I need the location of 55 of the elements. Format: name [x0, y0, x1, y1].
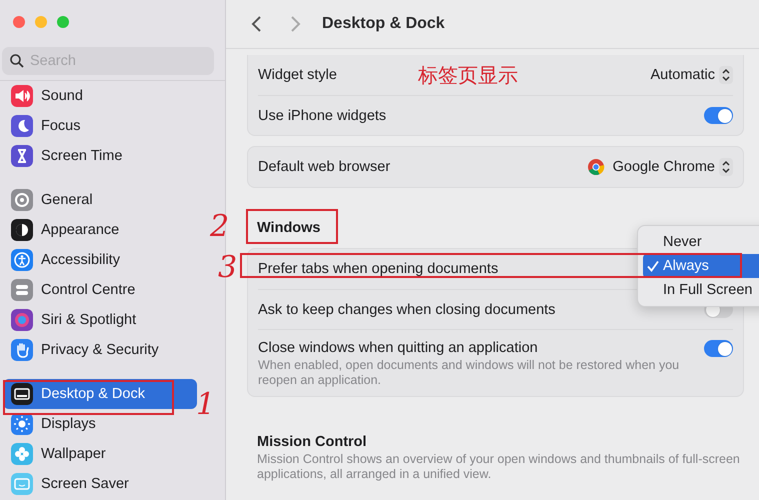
toggle-switch[interactable] [704, 107, 733, 124]
setting-label: Ask to keep changes when closing documents [258, 302, 556, 318]
displays-icon [11, 413, 33, 435]
appearance-icon [11, 219, 33, 241]
sidebar-item[interactable]: Screen Saver [3, 469, 197, 499]
accessibility-icon [11, 249, 33, 271]
section-description: Mission Control shows an overview of your open windows and thumbnails of full-screen applications, all arranged in a unified view. [257, 452, 741, 482]
setting-label: Widget style [258, 67, 337, 83]
search-icon [10, 54, 24, 68]
sidebar-item[interactable]: Privacy & Security [3, 335, 197, 365]
checkmark-icon [647, 260, 659, 272]
annotation-note: 标签页显示 [418, 62, 518, 89]
sidebar-item[interactable]: Focus [3, 111, 197, 141]
popup-button[interactable]: Automatic [650, 66, 733, 84]
setting-description: When enabled, open documents and windows will not be restored when you reopen an application. [258, 358, 680, 388]
general-icon [11, 189, 33, 211]
sidebar-item[interactable]: Sound [3, 81, 197, 111]
window-control-button[interactable] [13, 16, 25, 28]
menu-item[interactable]: In Full Screen [643, 278, 759, 302]
setting-label: Close windows when quitting an application [258, 340, 539, 356]
popup-button[interactable]: Google Chrome [586, 158, 733, 176]
siri-icon [11, 309, 33, 331]
screentime-icon [11, 145, 33, 167]
sound-icon [11, 85, 33, 107]
sidebar-item[interactable]: Wallpaper [3, 439, 197, 469]
controlcentre-icon [11, 279, 33, 301]
window-control-button[interactable] [35, 16, 47, 28]
setting-label: Prefer tabs when opening documents [258, 261, 498, 277]
window-title: Desktop & Dock [322, 15, 445, 33]
annotation-number: 2 [210, 212, 230, 242]
sidebar-item[interactable]: Screen Time [3, 141, 197, 171]
sidebar-item[interactable]: Control Centre [3, 275, 197, 305]
screensaver-icon [11, 473, 33, 495]
up-down-icon [719, 66, 733, 84]
sidebar-item[interactable]: Appearance [3, 215, 197, 245]
annotation-number: 3 [218, 253, 238, 283]
privacy-icon [11, 339, 33, 361]
toggle-switch[interactable] [704, 340, 733, 357]
sidebar-item[interactable]: Displays [3, 409, 197, 439]
sidebar-item[interactable]: Desktop & Dock [3, 379, 197, 409]
window-control-button[interactable] [57, 16, 69, 28]
sidebar-item[interactable]: General [3, 185, 197, 215]
desktop-icon [11, 383, 33, 405]
up-down-icon [719, 158, 733, 176]
section-title: Windows [257, 219, 321, 237]
setting-label: Use iPhone widgets [258, 108, 386, 124]
sidebar-item[interactable]: Accessibility [3, 245, 197, 275]
focus-icon [11, 115, 33, 137]
annotation-number: 1 [196, 390, 216, 420]
section-title: Mission Control [257, 433, 367, 452]
menu-item[interactable]: Never [643, 230, 759, 254]
setting-label: Default web browser [258, 159, 390, 175]
sidebar-item[interactable]: Siri & Spotlight [3, 305, 197, 335]
browser-icon [586, 158, 605, 176]
wallpaper-icon [11, 443, 33, 465]
